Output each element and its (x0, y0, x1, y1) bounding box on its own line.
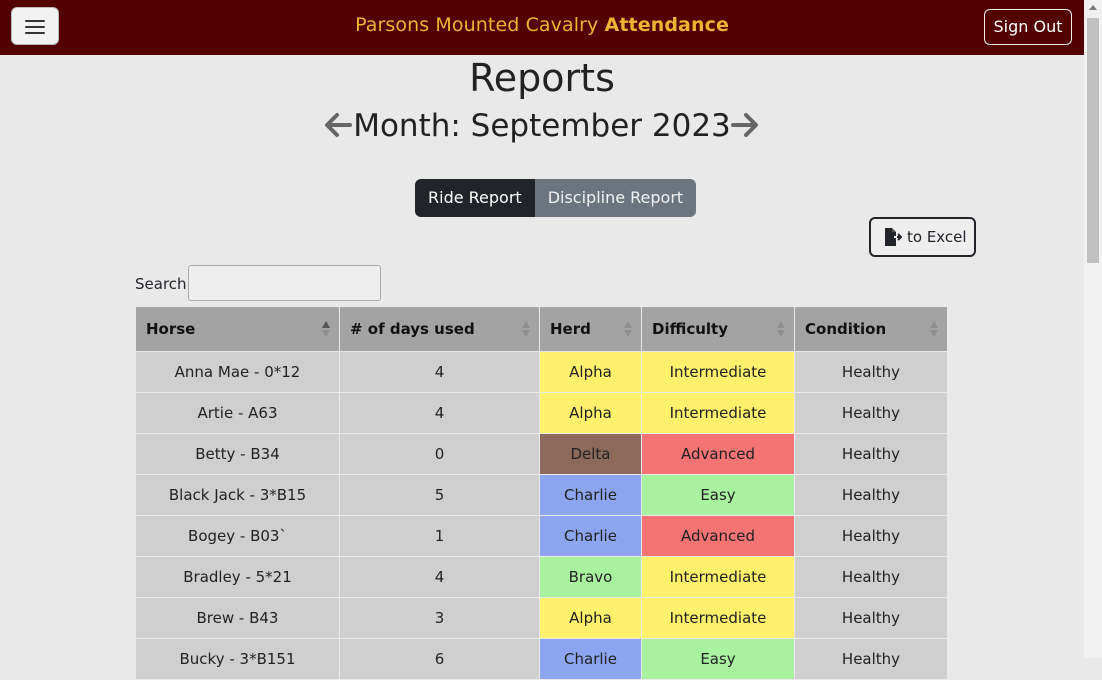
column-header-days-used[interactable]: # of days used (339, 306, 540, 352)
cell-horse: Bradley - 5*21 (135, 556, 340, 598)
tab-ride-report[interactable]: Ride Report (415, 179, 535, 217)
sort-icon (522, 321, 530, 339)
cell-days-used: 3 (339, 597, 540, 639)
cell-herd: Bravo (539, 556, 642, 598)
cell-difficulty: Advanced (641, 433, 795, 475)
cell-herd: Charlie (539, 474, 642, 516)
file-export-icon (885, 228, 903, 246)
cell-days-used: 4 (339, 392, 540, 434)
month-label: Month: September 2023 (353, 108, 731, 144)
scrollbar-thumb[interactable] (1087, 18, 1099, 263)
cell-condition: Healthy (794, 474, 948, 516)
column-header-herd[interactable]: Herd (539, 306, 642, 352)
column-header-label: Herd (550, 320, 591, 338)
column-header-difficulty[interactable]: Difficulty (641, 306, 795, 352)
page-title: Reports (469, 56, 615, 100)
cell-condition: Healthy (794, 597, 948, 639)
brand-prefix: Parsons Mounted Cavalry (355, 14, 605, 36)
cell-difficulty: Intermediate (641, 392, 795, 434)
cell-days-used: 6 (339, 638, 540, 680)
cell-days-used: 4 (339, 351, 540, 393)
sort-ascending-icon (322, 321, 330, 339)
column-header-label: Condition (805, 320, 887, 338)
cell-herd: Alpha (539, 597, 642, 639)
table-row: Bogey - B03` 1 Charlie Advanced Healthy (135, 515, 948, 557)
export-excel-button[interactable]: to Excel (869, 217, 976, 257)
table-row: Black Jack - 3*B15 5 Charlie Easy Healthy (135, 474, 948, 516)
navbar: Parsons Mounted Cavalry Attendance Sign … (0, 0, 1084, 55)
cell-difficulty: Intermediate (641, 597, 795, 639)
sort-icon (777, 321, 785, 339)
sort-icon (624, 321, 632, 339)
table-body: Anna Mae - 0*12 4 Alpha Intermediate Healthy… (135, 351, 948, 680)
column-header-horse[interactable]: Horse (135, 306, 340, 352)
cell-difficulty: Intermediate (641, 351, 795, 393)
table-row: Artie - A63 4 Alpha Intermediate Healthy (135, 392, 948, 434)
cell-herd: Alpha (539, 351, 642, 393)
cell-condition: Healthy (794, 515, 948, 557)
table-row: Brew - B43 3 Alpha Intermediate Healthy (135, 597, 948, 639)
cell-horse: Betty - B34 (135, 433, 340, 475)
column-header-label: # of days used (350, 320, 475, 338)
report-tabs: Ride Report Discipline Report (415, 179, 697, 217)
cell-condition: Healthy (794, 433, 948, 475)
month-navigation: Month: September 2023 (0, 108, 1084, 152)
cell-horse: Brew - B43 (135, 597, 340, 639)
cell-days-used: 1 (339, 515, 540, 557)
table-row: Betty - B34 0 Delta Advanced Healthy (135, 433, 948, 475)
cell-horse: Anna Mae - 0*12 (135, 351, 340, 393)
cell-difficulty: Advanced (641, 515, 795, 557)
scroll-up-icon[interactable] (1089, 5, 1097, 10)
table-row: Anna Mae - 0*12 4 Alpha Intermediate Healthy (135, 351, 948, 393)
cell-herd: Charlie (539, 638, 642, 680)
ride-report-table: Horse # of days used Herd Difficulty Con… (135, 306, 948, 680)
cell-days-used: 5 (339, 474, 540, 516)
tab-discipline-report[interactable]: Discipline Report (534, 179, 697, 217)
search-input[interactable] (188, 265, 381, 301)
cell-difficulty: Easy (641, 638, 795, 680)
cell-difficulty: Easy (641, 474, 795, 516)
cell-days-used: 4 (339, 556, 540, 598)
next-month-arrow-icon[interactable] (729, 110, 761, 140)
cell-days-used: 0 (339, 433, 540, 475)
cell-horse: Bucky - 3*B151 (135, 638, 340, 680)
previous-month-arrow-icon[interactable] (322, 110, 354, 140)
cell-horse: Artie - A63 (135, 392, 340, 434)
export-excel-label: to Excel (907, 228, 967, 246)
cell-herd: Alpha (539, 392, 642, 434)
cell-herd: Delta (539, 433, 642, 475)
cell-horse: Black Jack - 3*B15 (135, 474, 340, 516)
cell-difficulty: Intermediate (641, 556, 795, 598)
brand-bold: Attendance (604, 14, 729, 36)
cell-horse: Bogey - B03` (135, 515, 340, 557)
column-header-condition[interactable]: Condition (794, 306, 948, 352)
cell-condition: Healthy (794, 392, 948, 434)
sign-out-button[interactable]: Sign Out (984, 9, 1072, 45)
sort-icon (930, 321, 938, 339)
search-label: Search: (135, 275, 192, 293)
cell-condition: Healthy (794, 556, 948, 598)
column-header-label: Horse (146, 320, 196, 338)
cell-condition: Healthy (794, 351, 948, 393)
cell-herd: Charlie (539, 515, 642, 557)
column-header-label: Difficulty (652, 320, 728, 338)
scrollbar[interactable] (1084, 0, 1102, 658)
brand-title[interactable]: Parsons Mounted Cavalry Attendance (0, 14, 1084, 36)
cell-condition: Healthy (794, 638, 948, 680)
table-row: Bucky - 3*B151 6 Charlie Easy Healthy (135, 638, 948, 680)
table-row: Bradley - 5*21 4 Bravo Intermediate Healthy (135, 556, 948, 598)
table-header-row: Horse # of days used Herd Difficulty Con… (135, 306, 948, 352)
